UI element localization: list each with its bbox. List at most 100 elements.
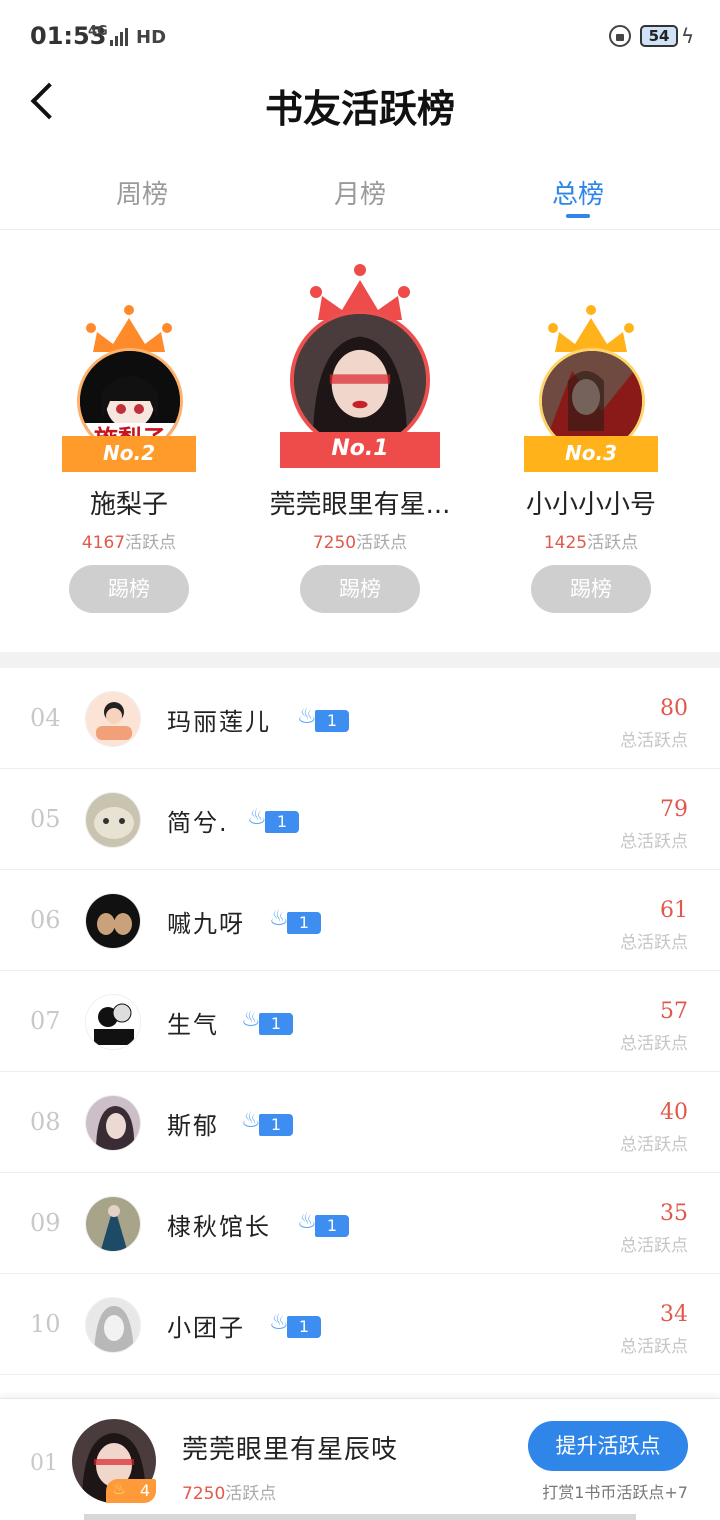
score-value: 79 (660, 797, 688, 822)
avatar[interactable] (290, 310, 430, 450)
flame-icon: ♨ (241, 1007, 261, 1032)
rank-number: 05 (30, 805, 61, 833)
podium-points: 4167活跃点 (81, 533, 177, 553)
podium-first: No.1 莞莞眼里有星... 7250活跃点 踢榜 (250, 262, 470, 622)
avatar-image (86, 793, 140, 847)
avatar[interactable] (85, 792, 141, 848)
avatar-image (86, 1197, 140, 1251)
signal-icon (110, 28, 128, 46)
level-badge: ♨ 1 (297, 1209, 349, 1237)
boost-activity-button[interactable]: 提升活跃点 (528, 1421, 688, 1471)
list-item[interactable]: 05 简兮. ♨ 1 79 总活跃点 (0, 769, 720, 870)
avatar-image (86, 692, 140, 746)
flame-icon: ♨ (247, 805, 267, 830)
user-name: 简兮. (167, 809, 229, 837)
period-tabs: 周榜 月榜 总榜 (0, 166, 720, 230)
list-item[interactable]: 04 玛丽莲儿 ♨ 1 80 总活跃点 (0, 668, 720, 769)
flame-icon: ♨ (241, 1108, 261, 1133)
ranking-list: 04 玛丽莲儿 ♨ 1 80 总活跃点 05 简兮. ♨ 1 79 总活跃点 06 … (0, 668, 720, 1375)
my-level-badge: ♨ 4 (106, 1479, 156, 1503)
avatar-image (294, 314, 426, 446)
user-name: 斯郁 (167, 1112, 219, 1140)
reward-hint: 打赏1书币活跃点+7 (542, 1483, 688, 1502)
tab-monthly[interactable]: 月榜 (300, 174, 420, 211)
list-item[interactable]: 09 棣秋馆长 ♨ 1 35 总活跃点 (0, 1173, 720, 1274)
my-rank-number: 01 (30, 1451, 58, 1476)
podium-points: 7250活跃点 (312, 533, 408, 553)
tab-total[interactable]: 总榜 (518, 174, 638, 211)
podium-third: No.3 小小小小号 1425活跃点 踢榜 (506, 302, 676, 622)
flame-icon: ♨ (269, 1310, 289, 1335)
leaderboard-page: 01:53 4G HD 54 ϟ 书友活跃榜 周榜 月榜 总榜 No.2 施梨子… (0, 0, 720, 1520)
level-badge: ♨ 1 (269, 1310, 321, 1338)
my-rank-bar: 01 ♨ 4 莞莞眼里有星辰吱 7250活跃点 提升活跃点 打赏1书币活跃点+7 (0, 1398, 720, 1520)
score-value: 61 (660, 898, 688, 923)
rank-number: 09 (30, 1209, 61, 1237)
user-name: 生气 (167, 1011, 219, 1039)
level-badge: ♨ 1 (241, 1108, 293, 1136)
kick-button[interactable]: 踢榜 (300, 565, 420, 613)
page-title: 书友活跃榜 (264, 87, 455, 131)
avatar-image (86, 1096, 140, 1150)
avatar[interactable] (85, 994, 141, 1050)
network-type: 4G (88, 24, 108, 39)
tab-weekly[interactable]: 周榜 (82, 174, 202, 211)
score-label: 总活跃点 (620, 1337, 688, 1357)
flame-icon: ♨ (297, 1209, 317, 1234)
podium-name: 小小小小号 (525, 490, 656, 520)
flame-icon: ♨ (269, 906, 289, 931)
rotation-lock-icon (609, 25, 631, 47)
list-item[interactable]: 07 生气 ♨ 1 57 总活跃点 (0, 971, 720, 1072)
active-tab-indicator (566, 214, 590, 218)
score-value: 34 (660, 1302, 688, 1327)
charging-icon: ϟ (681, 24, 695, 48)
podium-name: 莞莞眼里有星... (269, 490, 451, 520)
rank-ribbon-3: No.3 (524, 436, 658, 472)
rank-number: 07 (30, 1007, 61, 1035)
score-value: 80 (660, 696, 688, 721)
level-badge: ♨ 1 (269, 906, 321, 934)
avatar-image (86, 1298, 140, 1352)
rank-number: 06 (30, 906, 61, 934)
list-item[interactable]: 08 斯郁 ♨ 1 40 总活跃点 (0, 1072, 720, 1173)
score-label: 总活跃点 (620, 731, 688, 751)
rank-ribbon-2: No.2 (62, 436, 196, 472)
avatar[interactable] (85, 1095, 141, 1151)
level-badge: ♨ 1 (241, 1007, 293, 1035)
user-name: 玛丽莲儿 (167, 708, 271, 736)
status-bar: 01:53 4G HD 54 ϟ (0, 0, 720, 76)
level-badge: ♨ 1 (247, 805, 299, 833)
user-name: 小团子 (167, 1314, 245, 1342)
kick-button[interactable]: 踢榜 (531, 565, 651, 613)
avatar[interactable] (85, 1196, 141, 1252)
hd-icon: HD (136, 27, 167, 48)
avatar[interactable] (85, 691, 141, 747)
avatar-image (86, 894, 140, 948)
rank-number: 10 (30, 1310, 61, 1338)
level-badge: ♨ 1 (297, 704, 349, 732)
rank-number: 08 (30, 1108, 61, 1136)
user-name: 嘁九呀 (167, 910, 245, 938)
podium: 施梨子 No.2 施梨子 4167活跃点 踢榜 No.1 (0, 232, 720, 652)
gesture-bar (84, 1514, 636, 1520)
score-label: 总活跃点 (620, 1135, 688, 1155)
score-value: 35 (660, 1201, 688, 1226)
kick-button[interactable]: 踢榜 (69, 565, 189, 613)
score-value: 40 (660, 1100, 688, 1125)
score-value: 57 (660, 999, 688, 1024)
my-name: 莞莞眼里有星辰吱 (182, 1435, 399, 1465)
score-label: 总活跃点 (620, 1236, 688, 1256)
list-item[interactable]: 06 嘁九呀 ♨ 1 61 总活跃点 (0, 870, 720, 971)
flame-icon: ♨ (297, 704, 317, 729)
avatar[interactable] (85, 1297, 141, 1353)
score-label: 总活跃点 (620, 933, 688, 953)
podium-second: 施梨子 No.2 施梨子 4167活跃点 踢榜 (44, 302, 214, 622)
list-item[interactable]: 10 小团子 ♨ 1 34 总活跃点 (0, 1274, 720, 1375)
rank-ribbon-1: No.1 (280, 432, 440, 468)
avatar[interactable] (85, 893, 141, 949)
score-label: 总活跃点 (620, 1034, 688, 1054)
flame-icon: ♨ (112, 1479, 127, 1498)
user-name: 棣秋馆长 (167, 1213, 271, 1241)
battery-icon: 54 (640, 25, 678, 47)
my-points: 7250活跃点 (182, 1484, 277, 1504)
